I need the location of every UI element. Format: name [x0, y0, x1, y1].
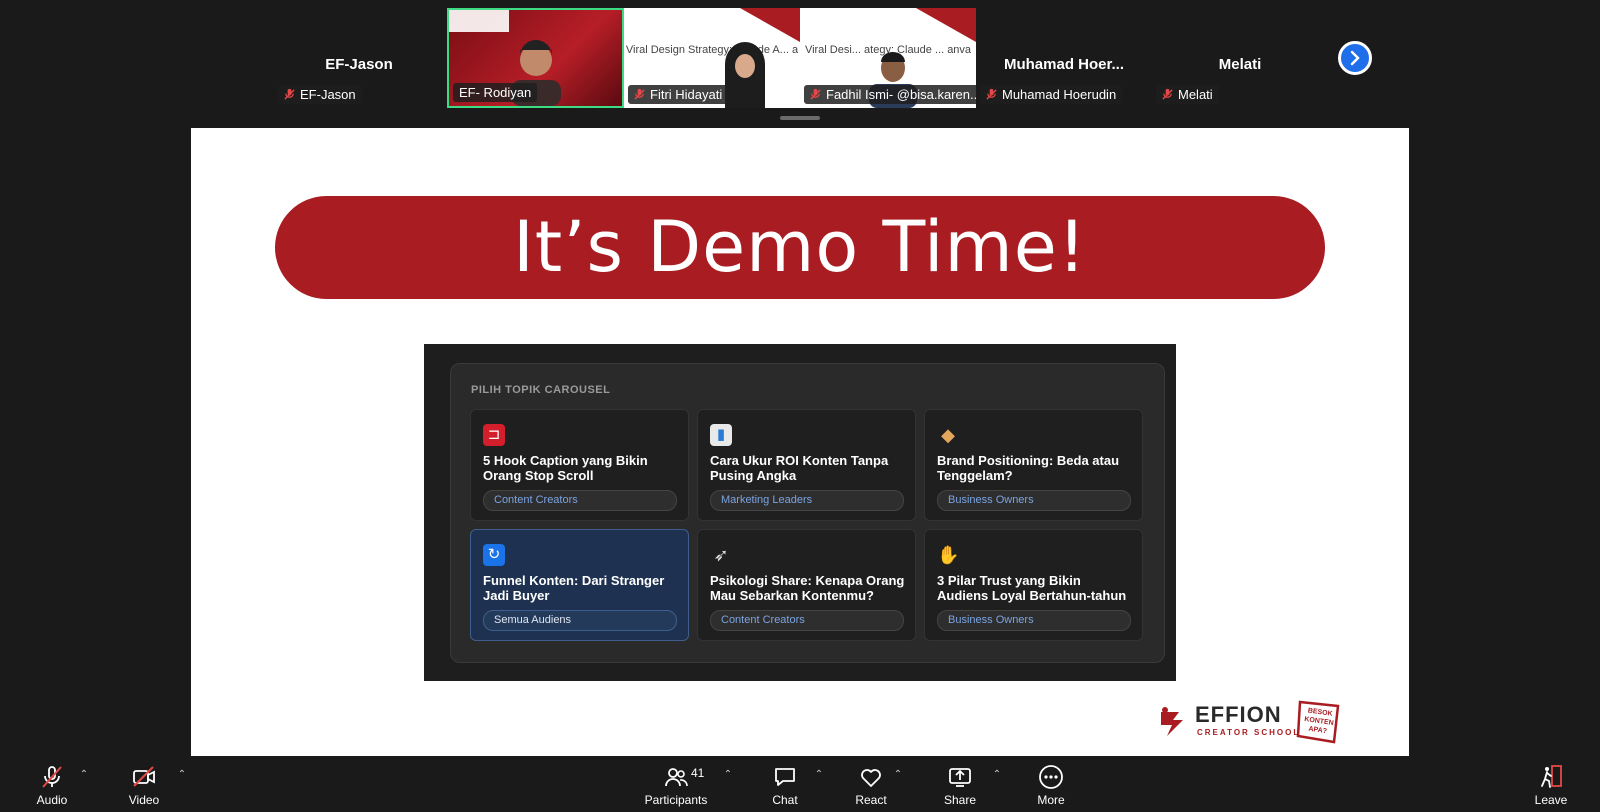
refresh-icon: ↻ [483, 544, 505, 566]
participants-button[interactable]: Participants [640, 756, 712, 812]
rocket-icon: ➶ [713, 545, 729, 565]
camera-off-icon [133, 766, 155, 787]
audio-options-caret[interactable]: ⌃ [77, 768, 91, 782]
leave-door-icon [1541, 765, 1562, 788]
participant-tile-fitri-hidayati[interactable]: Viral Design Strategy: Claude A... a Fit… [624, 8, 800, 108]
participants-options-caret[interactable]: ⌃ [721, 768, 735, 782]
shared-screen: It’s Demo Time! PILIH TOPIK CAROUSEL ⊐ 5… [191, 128, 1409, 756]
share-options-caret[interactable]: ⌃ [990, 768, 1004, 782]
participant-tile-fadhil-ismi[interactable]: Viral Desi... ategy: Claude ... anva Fad… [800, 8, 976, 108]
chat-options-caret[interactable]: ⌃ [812, 768, 826, 782]
mic-muted-icon [986, 88, 997, 100]
audience-tag: Business Owners [937, 490, 1131, 511]
mic-muted-icon [810, 88, 821, 100]
chevron-right-icon [1350, 50, 1360, 66]
gallery-resize-handle[interactable] [780, 116, 820, 120]
chart-icon: ▮ [710, 424, 732, 446]
mic-muted-icon [42, 766, 62, 788]
react-options-caret[interactable]: ⌃ [891, 768, 905, 782]
magnet-icon: ⊐ [483, 424, 505, 446]
mic-muted-icon [284, 88, 295, 100]
participant-tile-ef-rodiyan[interactable]: EF- Rodiyan [447, 8, 624, 108]
topic-card[interactable]: ▮ Cara Ukur ROI Konten Tanpa Pusing Angk… [697, 409, 916, 521]
participants-count: 41 [691, 766, 705, 780]
participant-name: EF-Jason [325, 56, 393, 73]
heart-icon [861, 769, 881, 787]
gallery-next-button[interactable] [1338, 41, 1372, 75]
more-dots-icon [1039, 765, 1063, 789]
video-button[interactable]: Video [109, 756, 179, 812]
handshake-icon: ✋ [937, 545, 960, 565]
slide-heading: It’s Demo Time! [275, 196, 1325, 299]
mic-muted-icon [634, 88, 645, 100]
audience-tag: Business Owners [937, 610, 1131, 631]
topic-card-selected[interactable]: ↻ Funnel Konten: Dari Stranger Jadi Buye… [470, 529, 689, 641]
topic-card[interactable]: ◆ Brand Positioning: Beda atau Tenggelam… [924, 409, 1143, 521]
effion-mark-icon [1161, 707, 1183, 736]
participant-nametag: Fitri Hidayati [628, 85, 729, 104]
participant-nametag: EF-Jason [278, 85, 362, 104]
react-button[interactable]: React [836, 756, 906, 812]
participant-tile-muhamad-hoerudin[interactable]: Muhamad Hoer... Muhamad Hoerudin [976, 8, 1152, 108]
meeting-toolbar: Audio ⌃ Video ⌃ Participants 41 ⌃ Chat ⌃… [0, 756, 1600, 812]
audio-button[interactable]: Audio [17, 756, 87, 812]
share-screen-icon [949, 768, 971, 787]
topic-card[interactable]: ✋ 3 Pilar Trust yang Bikin Audiens Loyal… [924, 529, 1143, 641]
participant-nametag: Melati [1156, 85, 1219, 104]
participants-icon [665, 768, 688, 787]
audience-tag: Content Creators [710, 610, 904, 631]
more-button[interactable]: More [1016, 756, 1086, 812]
topic-card[interactable]: ⊐ 5 Hook Caption yang Bikin Orang Stop S… [470, 409, 689, 521]
participant-nametag: Muhamad Hoerudin [980, 85, 1123, 104]
audience-tag: Content Creators [483, 490, 677, 511]
leave-button[interactable]: Leave [1516, 756, 1586, 812]
besok-konten-apa-badge: BESOK KONTEN APA? [1296, 700, 1340, 744]
participant-nametag: EF- Rodiyan [453, 83, 538, 102]
participant-tile-melati[interactable]: Melati Melati [1152, 8, 1328, 108]
demo-screenshot: PILIH TOPIK CAROUSEL ⊐ 5 Hook Caption ya… [424, 344, 1176, 681]
topic-panel: PILIH TOPIK CAROUSEL ⊐ 5 Hook Caption ya… [450, 363, 1165, 663]
chat-button[interactable]: Chat [750, 756, 820, 812]
audience-tag: Marketing Leaders [710, 490, 904, 511]
overlay-banner [449, 10, 509, 32]
mic-muted-icon [1162, 88, 1173, 100]
video-options-caret[interactable]: ⌃ [175, 768, 189, 782]
topic-card[interactable]: ➶ Psikologi Share: Kenapa Orang Mau Seba… [697, 529, 916, 641]
participant-name: Muhamad Hoer... [1003, 56, 1125, 73]
participant-tile-ef-jason[interactable]: EF-Jason EF-Jason [274, 8, 444, 108]
share-button[interactable]: Share [925, 756, 995, 812]
panel-title: PILIH TOPIK CAROUSEL [471, 384, 611, 396]
video-gallery: EF-Jason EF-Jason EF- Rodiyan Viral Desi… [0, 0, 1600, 120]
chat-icon [775, 768, 795, 786]
participant-name: Melati [1218, 56, 1262, 73]
participant-nametag: Fadhil Ismi- @bisa.karen... [804, 85, 976, 104]
tag-icon: ◆ [941, 425, 955, 445]
audience-tag: Semua Audiens [483, 610, 677, 631]
